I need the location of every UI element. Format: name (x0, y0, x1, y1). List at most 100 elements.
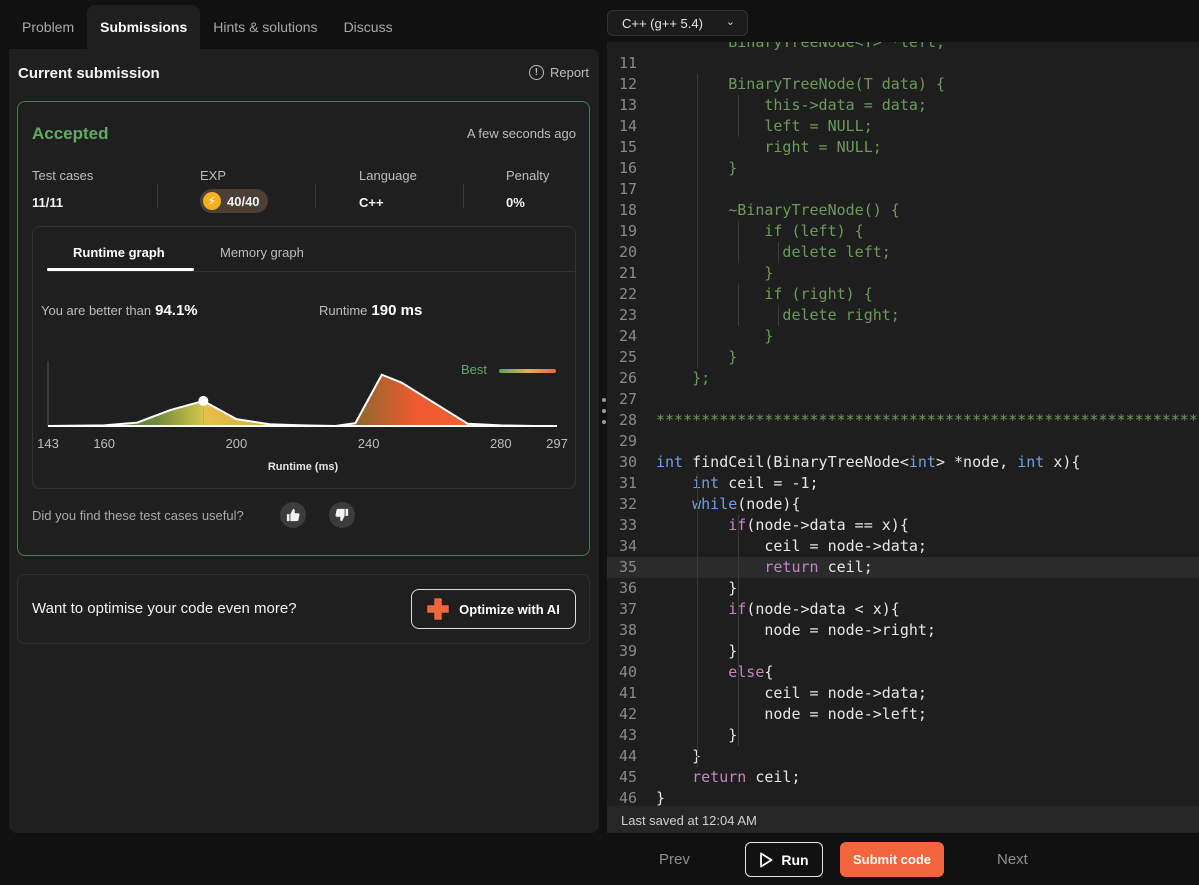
tab-discuss[interactable]: Discuss (331, 5, 406, 49)
code-text: }; (656, 368, 710, 389)
line-number: 30 (619, 453, 638, 471)
info-icon: ! (528, 65, 544, 80)
indent-guide (778, 305, 779, 326)
tab-runtime-graph[interactable]: Runtime graph (73, 245, 165, 260)
code-line: 23 delete right; (607, 305, 1199, 326)
panel-resize-handle[interactable] (602, 398, 606, 431)
code-token: } (656, 747, 702, 765)
line-number: 14 (619, 117, 638, 135)
next-button[interactable]: Next (997, 851, 1028, 868)
chart-area-faster (203, 374, 557, 426)
code-token: } (656, 264, 774, 282)
code-text: if(node->data == x){ (656, 515, 909, 536)
play-icon (760, 852, 773, 867)
code-line: 42 node = node->left; (607, 704, 1199, 725)
code-token: left = NULL; (656, 117, 873, 135)
code-token: while (692, 495, 738, 513)
stat-label: EXP (200, 168, 227, 183)
code-line: 39 } (607, 641, 1199, 662)
editor-status-bar: Last saved at 12:04 AM (607, 806, 1199, 833)
code-text: } (656, 326, 773, 347)
code-token: right = NULL; (656, 138, 882, 156)
code-token: > *node, (935, 453, 1018, 471)
code-token: ceil; (818, 558, 873, 576)
indent-guide (738, 221, 739, 263)
indent-guide (738, 536, 739, 578)
code-editor[interactable]: BinaryTreeNode<T> *left; 11 12 BinaryTreeN… (607, 42, 1199, 806)
code-token: findCeil(BinaryTreeNode< (683, 453, 909, 471)
code-text: ****************************************… (656, 410, 1199, 431)
useful-question: Did you find these test cases useful? (32, 508, 244, 523)
line-number: 29 (619, 432, 638, 450)
code-line: 43 } (607, 725, 1199, 746)
prev-button[interactable]: Prev (659, 851, 690, 868)
tab-problem[interactable]: Problem (9, 5, 87, 49)
line-number: 27 (619, 390, 638, 408)
stat-divider (157, 184, 158, 208)
code-line: 41 ceil = node->data; (607, 683, 1199, 704)
language-select[interactable]: C++ (g++ 5.4) ⌄ (607, 10, 748, 36)
code-token: (node->data == x){ (746, 516, 909, 534)
code-text: while(node){ (656, 494, 800, 515)
better-than-text: You are better than 94.1% (41, 302, 198, 319)
code-line: 13 this->data = data; (607, 95, 1199, 116)
line-number: 11 (619, 54, 638, 72)
language-select-value: C++ (g++ 5.4) (622, 15, 703, 31)
code-text: if (right) { (656, 284, 872, 305)
report-button[interactable]: ! Report (528, 65, 589, 80)
indent-guide (778, 242, 779, 263)
code-line: 32 while(node){ (607, 494, 1199, 515)
thumbs-down-button[interactable] (329, 502, 355, 528)
tab-memory-graph[interactable]: Memory graph (220, 245, 304, 260)
code-line: 18 ~BinaryTreeNode() { (607, 200, 1199, 221)
code-line: 24 } (607, 326, 1199, 347)
code-line: 28 **************************************… (607, 410, 1199, 431)
code-text: BinaryTreeNode<T> *left; (656, 42, 945, 51)
code-text: return ceil; (656, 557, 873, 578)
better-than-label: You are better than (41, 303, 152, 318)
stat-label: Language (359, 168, 417, 183)
optimize-with-ai-button[interactable]: Optimize with AI (411, 589, 576, 629)
code-line: 45 return ceil; (607, 767, 1199, 788)
code-line: 34 ceil = node->data; (607, 536, 1199, 557)
optimize-button-label: Optimize with AI (459, 601, 560, 617)
indent-guide (697, 74, 698, 368)
code-line: 25 } (607, 347, 1199, 368)
code-token: ****************************************… (656, 411, 1199, 429)
report-label: Report (549, 65, 589, 80)
submit-code-button[interactable]: Submit code (840, 842, 944, 877)
line-number: 44 (619, 747, 638, 765)
line-number: 45 (619, 768, 638, 786)
indent-guide (697, 473, 698, 767)
code-text: } (656, 788, 665, 806)
stat-value: 40/40 (227, 193, 260, 209)
line-number: 12 (619, 75, 638, 93)
line-number: 17 (619, 180, 638, 198)
ai-sparkle-icon (427, 598, 449, 620)
code-token: ~BinaryTreeNode() { (656, 201, 900, 219)
code-line: 14 left = NULL; (607, 116, 1199, 137)
line-number: 43 (619, 726, 638, 744)
code-line-partial: BinaryTreeNode<T> *left; (607, 42, 1199, 53)
stat-penalty: Penalty 0% (506, 168, 549, 210)
code-text: if(node->data < x){ (656, 599, 900, 620)
runtime-chart: 143 160 200 240 280 297 Runtime (ms) (37, 361, 568, 473)
run-button[interactable]: Run (745, 842, 823, 877)
thumbs-up-button[interactable] (280, 502, 306, 528)
runtime-text: Runtime 190 ms (319, 302, 422, 319)
runtime-value: 190 ms (371, 302, 423, 319)
code-text: right = NULL; (656, 137, 882, 158)
code-token: return (692, 768, 747, 786)
stat-exp: EXP ⚡ 40/40 (200, 168, 268, 213)
code-line: 38 node = node->right; (607, 620, 1199, 641)
better-than-value: 94.1% (155, 302, 198, 319)
stat-language: Language C++ (359, 168, 417, 210)
line-number: 13 (619, 96, 638, 114)
tab-submissions[interactable]: Submissions (87, 5, 201, 49)
graph-tabs: Runtime graph Memory graph (47, 227, 575, 272)
tab-hints-solutions[interactable]: Hints & solutions (200, 5, 330, 49)
